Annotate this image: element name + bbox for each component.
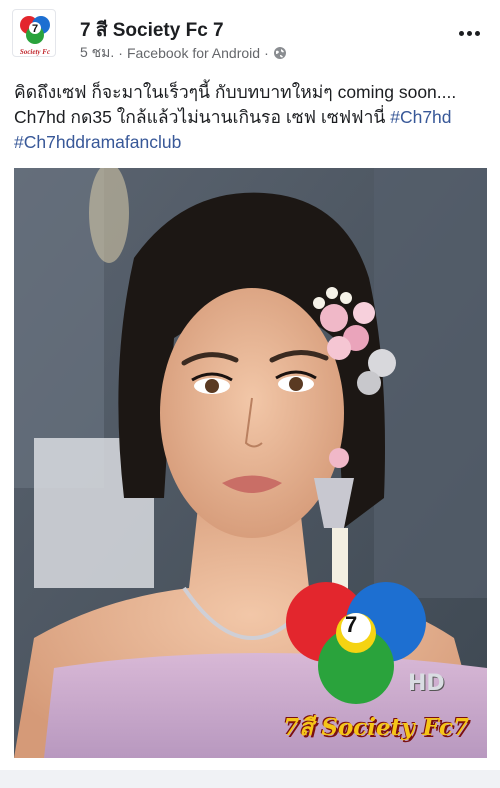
svg-text:Society Fc: Society Fc [20,48,50,56]
post-time[interactable]: 5 ชม. [80,42,114,64]
post-text: คิดถึงเซฟ ก็จะมาในเร็วๆนี้ กับบทบาทใหม่ๆ… [14,80,484,155]
hd-badge: HD [408,671,445,696]
page-name[interactable]: 7 สี Society Fc 7 [80,15,224,45]
globe-icon [273,46,287,60]
meta-separator: · [264,45,269,61]
hashtag-link[interactable]: #Ch7hd [390,107,451,127]
photo-watermark: 7สี Society Fc7 [283,714,469,741]
post-photo[interactable]: 7 HD 7สี Society Fc7 [14,168,487,758]
svg-text:7: 7 [32,23,38,35]
meta-separator: · [118,45,123,61]
post-meta: 5 ชม. · Facebook for Android · [80,42,287,64]
post-footer-divider [0,770,500,788]
portrait-image [14,168,487,758]
more-options-icon[interactable] [456,20,482,46]
logo-number: 7 [345,612,358,637]
post-source: Facebook for Android [126,45,261,61]
hashtag-link[interactable]: #Ch7hddramafanclub [14,132,181,152]
page-avatar[interactable]: 7 Society Fc [12,9,56,57]
post-header: 7 Society Fc 7 สี Society Fc 7 5 ชม. · F… [0,0,500,66]
channel7-logo-icon: 7 Society Fc [20,16,50,56]
